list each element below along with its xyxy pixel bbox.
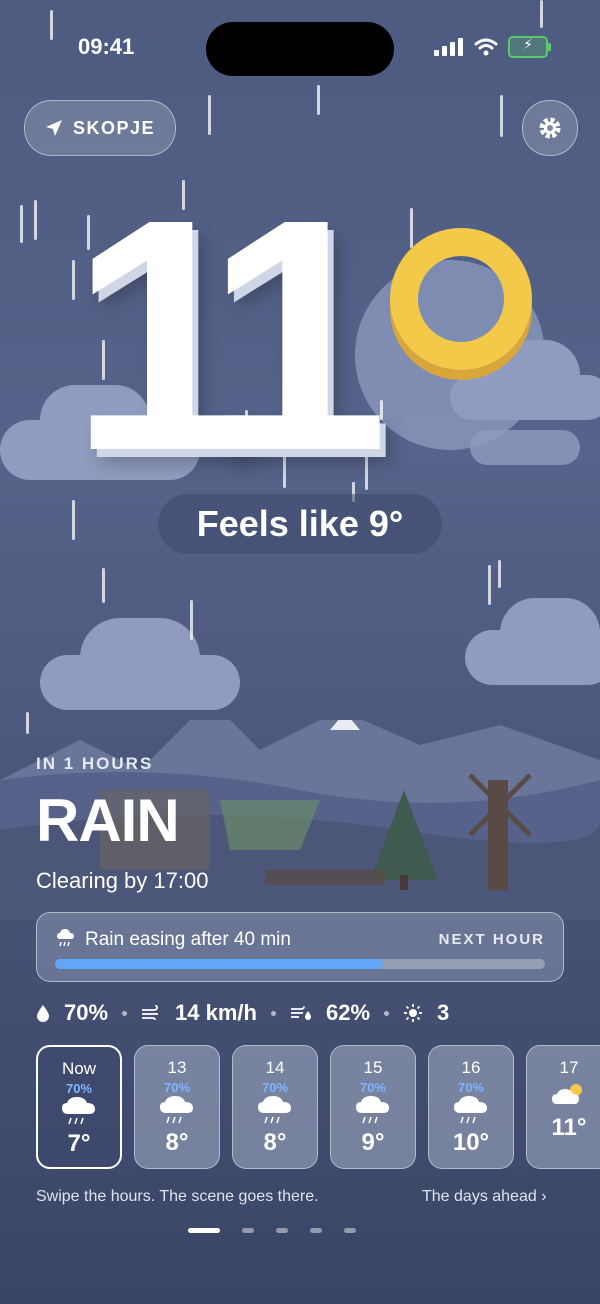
- temperature-value: 11: [70, 150, 389, 519]
- precipitation-value: 62%: [325, 1000, 371, 1025]
- droplet-icon: [37, 1005, 49, 1022]
- hour-temp: 11°: [551, 1114, 587, 1141]
- hour-card[interactable]: 17 11°: [526, 1045, 600, 1169]
- hour-temp: 8°: [263, 1129, 287, 1156]
- humidity-value: 70%: [64, 1000, 109, 1025]
- signal-icon: [434, 38, 463, 56]
- hour-temp: 9°: [361, 1129, 385, 1156]
- sun-uv-icon: [404, 1004, 423, 1022]
- rain-cloud-icon: [356, 1096, 389, 1124]
- hour-card[interactable]: 16 70% 10°: [428, 1045, 514, 1169]
- hour-card[interactable]: 14 70% 8°: [232, 1045, 318, 1169]
- gear-icon: [539, 117, 561, 139]
- page-dot-active[interactable]: [188, 1228, 220, 1233]
- page-indicator[interactable]: [188, 1228, 356, 1233]
- separator-dot: [270, 1010, 276, 1016]
- swipe-hint: Swipe the hours. The scene goes there.: [36, 1188, 319, 1205]
- chevron-right-icon: ›: [541, 1188, 547, 1205]
- separator-dot: [384, 1010, 390, 1016]
- wind-icon: [142, 1005, 159, 1021]
- rain-cloud-icon: [258, 1096, 291, 1124]
- status-time: 09:41: [78, 34, 135, 59]
- days-ahead-label: The days ahead: [422, 1188, 537, 1205]
- hour-precip: 70%: [457, 1080, 485, 1095]
- wind-value: 14 km/h: [175, 1000, 257, 1025]
- wifi-icon: [474, 38, 498, 56]
- hour-label: 16: [461, 1058, 481, 1077]
- hourly-forecast[interactable]: Now 70% 7° 13 70% 8° 14 70% 8° 15 70% 9°: [36, 1045, 600, 1171]
- page-dot[interactable]: [310, 1228, 322, 1233]
- hour-precip: 70%: [261, 1080, 289, 1095]
- rain-cloud-icon: [160, 1096, 193, 1124]
- location-button[interactable]: SKOPJE: [24, 100, 176, 156]
- hour-card-now[interactable]: Now 70% 7°: [36, 1045, 122, 1169]
- status-icons: ⚡: [434, 36, 551, 58]
- next-hour-progress-track: [55, 959, 545, 969]
- hour-temp: 8°: [165, 1129, 189, 1156]
- hour-card[interactable]: 13 70% 8°: [134, 1045, 220, 1169]
- separator-dot: [122, 1010, 128, 1016]
- clearing-text: Clearing by 17:00: [36, 868, 209, 893]
- rain-cloud-icon: [57, 929, 74, 947]
- page-dot[interactable]: [344, 1228, 356, 1233]
- hour-label: 13: [167, 1058, 187, 1077]
- hour-precip: 70%: [65, 1081, 93, 1096]
- battery-icon: ⚡: [508, 36, 551, 58]
- hour-precip: 70%: [163, 1080, 191, 1095]
- hour-card[interactable]: 15 70% 9°: [330, 1045, 416, 1169]
- hour-temp: 7°: [67, 1130, 91, 1157]
- degree-symbol: [390, 228, 532, 370]
- partly-cloudy-icon: [552, 1084, 582, 1104]
- next-hour-text: Rain easing after 40 min: [85, 929, 291, 950]
- rain-cloud-icon: [62, 1097, 95, 1125]
- next-hour-progress-fill: [55, 959, 384, 969]
- location-name: SKOPJE: [72, 117, 156, 138]
- hour-precip: 70%: [359, 1080, 387, 1095]
- hour-label: Now: [61, 1059, 96, 1078]
- dynamic-island: [206, 22, 394, 76]
- hour-label: 15: [363, 1058, 383, 1077]
- hour-label: 14: [265, 1058, 285, 1077]
- location-arrow-icon: [45, 120, 62, 136]
- uv-value: 3: [437, 1000, 450, 1025]
- forecast-time-label: IN 1 HOURS: [36, 754, 154, 773]
- precipitation-icon: [290, 1006, 311, 1020]
- condition-title: RAIN: [36, 787, 180, 854]
- hour-temp: 10°: [452, 1129, 490, 1156]
- page-dot[interactable]: [242, 1228, 254, 1233]
- next-hour-label: NEXT HOUR: [438, 931, 545, 948]
- hour-label: 17: [559, 1058, 579, 1077]
- weather-stats: 70% 14 km/h 62% 3: [36, 1000, 449, 1026]
- current-temperature: 11: [70, 170, 540, 500]
- rain-cloud-icon: [454, 1096, 487, 1124]
- page-dot[interactable]: [276, 1228, 288, 1233]
- days-ahead-link[interactable]: The days ahead ›: [422, 1188, 547, 1206]
- next-hour-card[interactable]: Rain easing after 40 min NEXT HOUR: [36, 912, 564, 982]
- settings-button[interactable]: [522, 100, 578, 156]
- feels-like-label: Feels like 9°: [158, 494, 442, 554]
